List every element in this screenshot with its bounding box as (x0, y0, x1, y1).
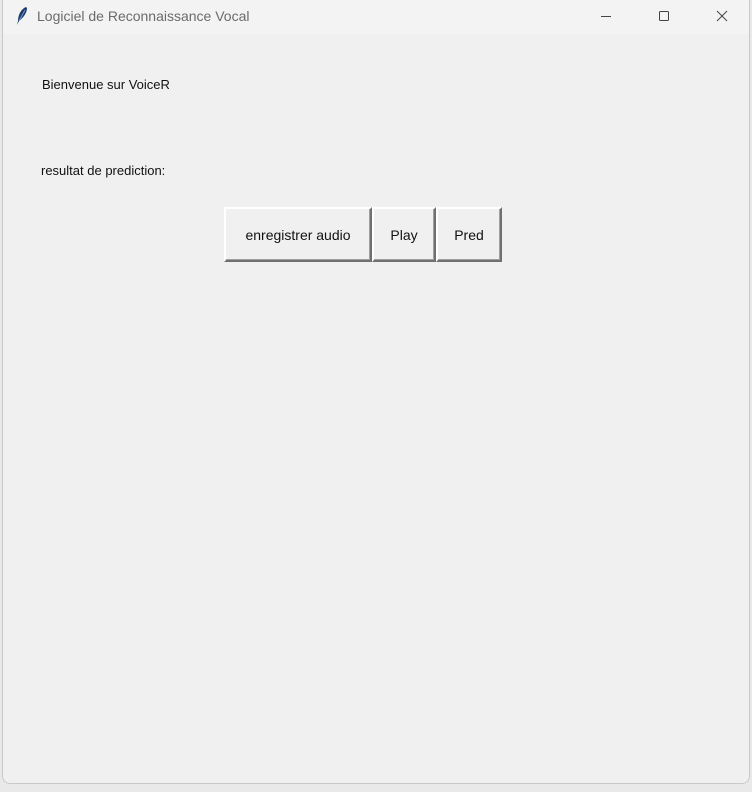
maximize-icon (659, 11, 669, 21)
close-button[interactable] (699, 0, 745, 32)
predict-button[interactable]: Pred (436, 207, 502, 262)
play-button[interactable]: Play (372, 207, 436, 262)
window-title: Logiciel de Reconnaissance Vocal (37, 8, 250, 24)
welcome-label: Bienvenue sur VoiceR (42, 77, 170, 92)
minimize-button[interactable] (583, 0, 629, 32)
feather-icon (17, 7, 27, 25)
prediction-result-label: resultat de prediction: (41, 163, 166, 178)
minimize-icon (601, 16, 611, 17)
title-bar[interactable]: Logiciel de Reconnaissance Vocal (3, 0, 749, 34)
record-audio-button[interactable]: enregistrer audio (224, 207, 372, 262)
app-window: Logiciel de Reconnaissance Vocal Bienven… (2, 0, 750, 784)
close-icon (716, 10, 728, 22)
maximize-button[interactable] (641, 0, 687, 32)
